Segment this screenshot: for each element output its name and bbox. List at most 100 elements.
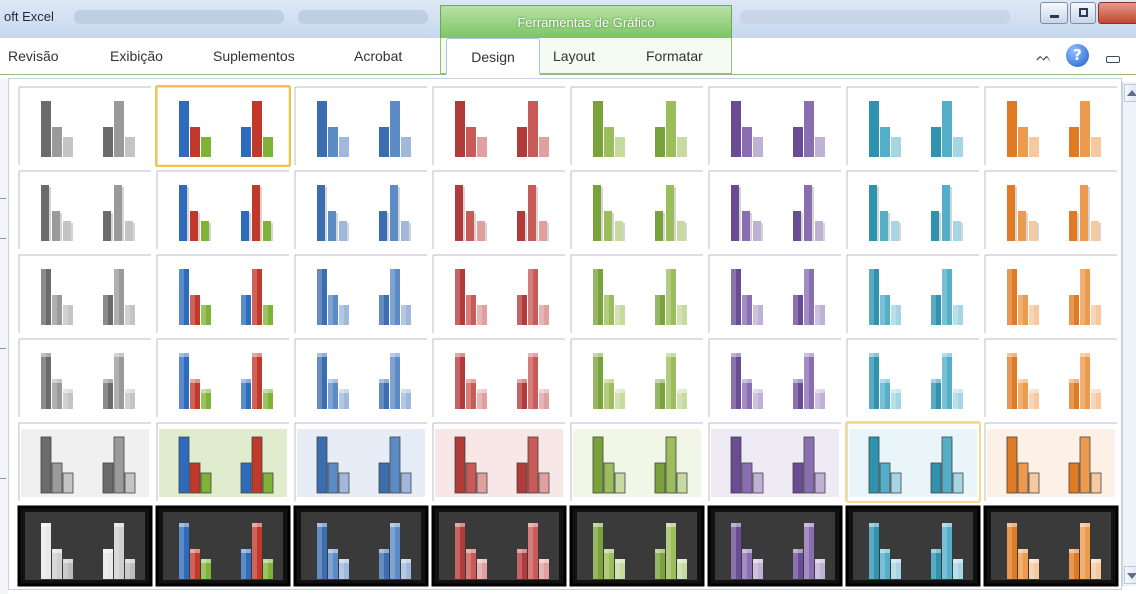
chart-style-green-gradient[interactable] [569,253,705,335]
chart-style-teal-thin[interactable] [845,169,981,251]
chart-style-red-dark-background[interactable] [431,505,567,587]
chart-style-red-thin[interactable] [431,169,567,251]
close-button[interactable] [1098,2,1136,24]
chart-style-red-flat[interactable] [431,85,567,167]
chart-style-red-outlined-background[interactable] [431,421,567,503]
chart-style-green-dark-background[interactable] [569,505,705,587]
tab-revisao[interactable]: Revisão [8,48,59,64]
chart-style-thumbnail [18,86,151,165]
chart-style-blue-outlined-background[interactable] [293,421,429,503]
chart-style-teal-flat[interactable] [845,85,981,167]
chart-style-thumbnail [432,254,565,333]
tab-layout[interactable]: Layout [553,48,595,64]
scroll-up-button[interactable] [1124,84,1136,102]
chart-style-thumbnail [18,254,151,333]
chart-style-purple-flat[interactable] [707,85,843,167]
chart-style-orange-gradient[interactable] [983,253,1119,335]
chart-style-purple-gradient[interactable] [707,253,843,335]
chart-bar [931,211,939,241]
chart-style-gray-outlined-background[interactable] [17,421,153,503]
chart-style-teal-dark-background[interactable] [845,505,981,587]
chart-style-multi-outlined-background[interactable] [155,421,291,503]
chart-bar [593,101,603,157]
chart-style-multi-bevel[interactable] [155,337,291,419]
chart-style-gray-gradient[interactable] [17,253,153,335]
chart-style-thumbnail [18,170,151,249]
chart-style-gray-thin[interactable] [17,169,153,251]
tab-exibicao[interactable]: Exibição [110,48,163,64]
chart-style-blue-gradient[interactable] [293,253,429,335]
chart-style-purple-outlined-background[interactable] [707,421,843,503]
tab-design[interactable]: Design [446,38,540,75]
chart-style-green-thin[interactable] [569,169,705,251]
chart-style-orange-outlined-background[interactable] [983,421,1119,503]
chart-bar [389,436,401,494]
chart-bar [189,462,201,494]
chart-bar [1029,137,1039,157]
chart-style-blue-dark-background[interactable] [293,505,429,587]
chart-bar [654,462,666,494]
context-group-label: Ferramentas de Gráfico [517,15,655,30]
chart-bar [125,137,135,157]
scroll-down-button[interactable] [1124,566,1136,584]
chart-style-green-bevel[interactable] [569,337,705,419]
chart-bar [517,211,525,241]
chart-style-green-flat[interactable] [569,85,705,167]
restore-window-icon[interactable] [1106,56,1120,63]
chart-style-gray-flat[interactable] [17,85,153,167]
chart-style-thumbnail [294,254,427,333]
chart-style-thumbnail [293,505,429,587]
chart-style-orange-dark-background[interactable] [983,505,1119,587]
chart-style-blue-bevel[interactable] [293,337,429,419]
chart-style-thumbnail [984,86,1117,165]
minimize-button[interactable] [1040,2,1068,24]
chart-style-thumbnail [845,421,981,503]
collapse-ribbon-icon[interactable]: ᨓ [1036,49,1052,65]
chart-style-multi-thin[interactable] [155,169,291,251]
chart-style-blue-thin[interactable] [293,169,429,251]
chart-style-red-gradient[interactable] [431,253,567,335]
tab-suplementos[interactable]: Suplementos [213,48,295,64]
chart-style-multi-dark-background[interactable] [155,505,291,587]
chart-bar [1091,137,1101,157]
chart-style-orange-flat[interactable] [983,85,1119,167]
chart-style-thumbnail [432,86,565,165]
chart-bar [241,211,249,241]
chart-bar [517,127,527,157]
chart-style-multi-flat[interactable] [155,85,291,167]
maximize-button[interactable] [1070,2,1096,24]
chart-bar [240,462,252,494]
chart-style-thumbnail [156,170,289,249]
chart-style-thumbnail [155,505,291,587]
chart-bar [379,211,387,241]
tab-formatar[interactable]: Formatar [646,48,703,64]
chart-style-orange-bevel[interactable] [983,337,1119,419]
chart-style-blue-flat[interactable] [293,85,429,167]
chart-style-orange-thin[interactable] [983,169,1119,251]
chart-style-thumbnail [569,505,705,587]
chart-style-red-bevel[interactable] [431,337,567,419]
tab-acrobat[interactable]: Acrobat [354,48,402,64]
chart-style-purple-bevel[interactable] [707,337,843,419]
chart-bar [880,211,888,241]
chart-style-gray-bevel[interactable] [17,337,153,419]
gallery-scrollbar[interactable] [1122,82,1136,586]
scroll-down-icon [1127,573,1136,579]
chart-bar [51,462,63,494]
chart-style-multi-gradient[interactable] [155,253,291,335]
help-icon[interactable]: ? [1066,44,1089,67]
chart-bar [1007,101,1017,157]
chart-style-teal-gradient[interactable] [845,253,981,335]
chart-style-purple-thin[interactable] [707,169,843,251]
chart-style-green-outlined-background[interactable] [569,421,705,503]
chart-style-gray-dark-background[interactable] [17,505,153,587]
chart-bar [124,472,136,494]
chart-bar [103,211,111,241]
chart-bar [316,436,328,494]
chart-style-thumbnail [707,505,843,587]
chart-bar [190,127,200,157]
chart-style-teal-bevel[interactable] [845,337,981,419]
chart-style-teal-outlined-background[interactable] [845,421,981,503]
chart-style-purple-dark-background[interactable] [707,505,843,587]
chart-style-thumbnail [294,170,427,249]
